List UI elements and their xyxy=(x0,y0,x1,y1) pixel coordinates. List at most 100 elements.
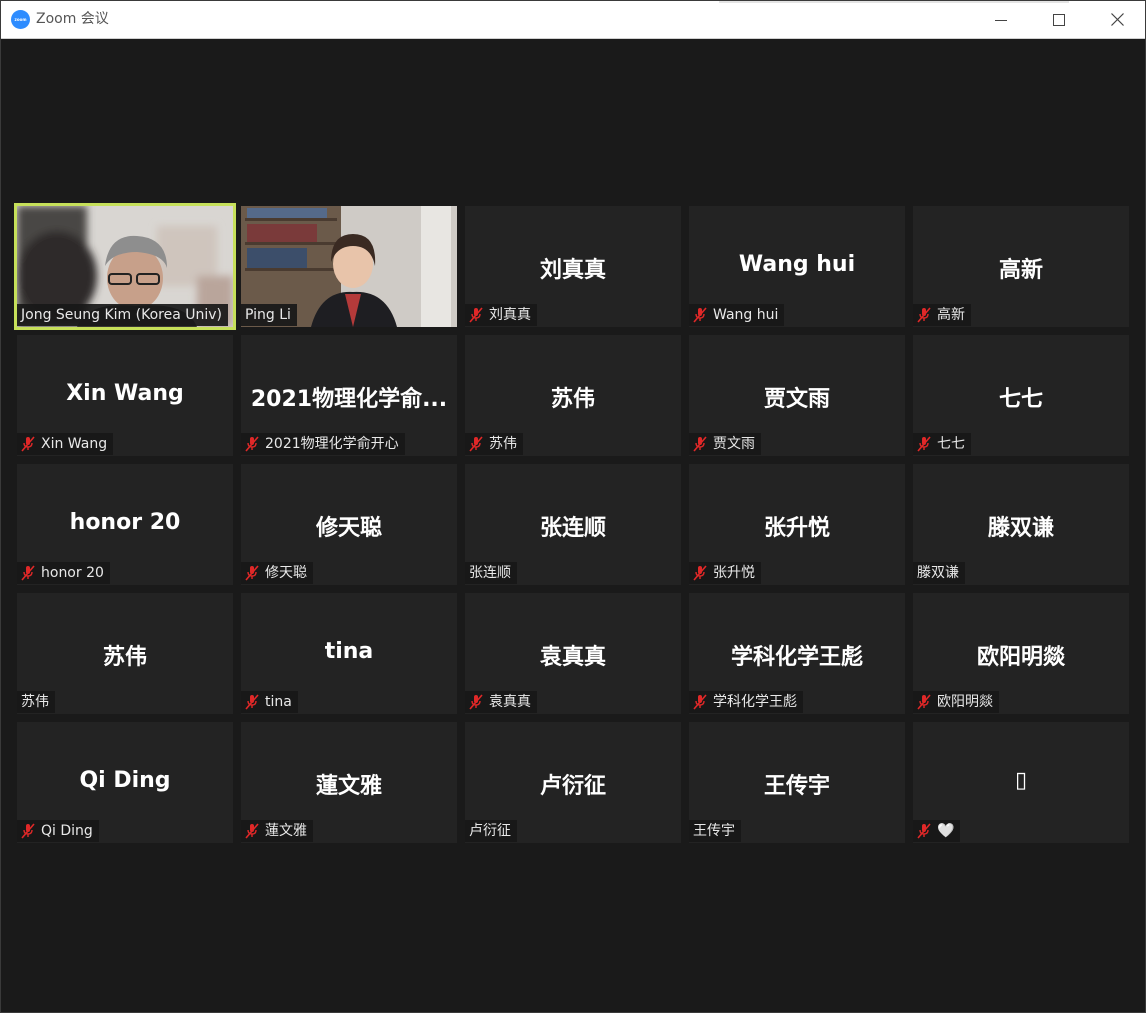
participant-name-text: 学科化学王彪 xyxy=(713,694,797,710)
participant-tile[interactable]: Xin Wang Xin Wang xyxy=(17,335,233,456)
participant-tile[interactable]: ▯ 🤍 xyxy=(913,722,1129,843)
participant-name-label: 七七 xyxy=(913,433,971,455)
participant-name-label: 🤍 xyxy=(913,820,961,842)
participant-name-label: 贾文雨 xyxy=(689,433,761,455)
mic-muted-icon xyxy=(917,307,931,323)
participant-name-label: 卢衍征 xyxy=(465,820,517,842)
mic-muted-icon xyxy=(245,565,259,581)
participant-name-text: tina xyxy=(265,694,292,710)
participant-name-label: Ping Li xyxy=(241,304,297,326)
participant-display-name: 2021物理化学俞... xyxy=(250,387,448,412)
participant-tile[interactable]: Qi Ding Qi Ding xyxy=(17,722,233,843)
close-icon xyxy=(1110,13,1124,26)
participant-name-label: 张升悦 xyxy=(689,562,761,584)
participant-display-name: 刘真真 xyxy=(539,258,606,283)
participant-tile[interactable]: 七七 七七 xyxy=(913,335,1129,456)
participant-tile[interactable]: 苏伟 苏伟 xyxy=(17,593,233,714)
participant-tile[interactable]: tina tina xyxy=(241,593,457,714)
mic-muted-icon xyxy=(21,823,35,839)
zoom-window: zoom Zoom 会议 Jong Seung Kim (Korea Univ)… xyxy=(0,0,1146,1013)
title-bar[interactable]: zoom Zoom 会议 xyxy=(1,1,1145,39)
mic-muted-icon xyxy=(917,694,931,710)
participant-name-text: 🤍 xyxy=(937,823,955,839)
maximize-icon xyxy=(1053,13,1065,26)
participant-tile[interactable]: 2021物理化学俞... 2021物理化学俞开心 xyxy=(241,335,457,456)
participant-tile[interactable]: 袁真真 袁真真 xyxy=(465,593,681,714)
participant-tile[interactable]: 张升悦 张升悦 xyxy=(689,464,905,585)
mic-muted-icon xyxy=(469,436,483,452)
participant-name-text: 刘真真 xyxy=(489,307,531,323)
participant-name-text: Qi Ding xyxy=(41,823,93,839)
participant-name-label: 刘真真 xyxy=(465,304,537,326)
participant-name-label: 学科化学王彪 xyxy=(689,691,803,713)
participant-name-label: 袁真真 xyxy=(465,691,537,713)
mic-muted-icon xyxy=(693,694,707,710)
participant-tile[interactable]: Ping Li xyxy=(241,206,457,327)
participant-tile[interactable]: 蓮文雅 蓮文雅 xyxy=(241,722,457,843)
participant-name-text: 修天聪 xyxy=(265,565,307,581)
zoom-logo-icon: zoom xyxy=(11,10,30,29)
minimize-icon xyxy=(995,19,1007,21)
participant-tile[interactable]: Wang hui Wang hui xyxy=(689,206,905,327)
participant-name-text: 滕双谦 xyxy=(917,565,959,581)
participant-name-text: 2021物理化学俞开心 xyxy=(265,436,399,452)
participant-name-text: 张升悦 xyxy=(713,565,755,581)
participant-display-name: 苏伟 xyxy=(102,645,147,670)
participant-display-name: 张连顺 xyxy=(539,516,606,541)
participant-display-name: Xin Wang xyxy=(66,381,184,406)
participant-tile[interactable]: 张连顺 张连顺 xyxy=(465,464,681,585)
mic-muted-icon xyxy=(917,823,931,839)
participant-name-text: Xin Wang xyxy=(41,436,108,452)
participant-tile[interactable]: honor 20 honor 20 xyxy=(17,464,233,585)
mic-muted-icon xyxy=(693,307,707,323)
participant-name-text: 王传宇 xyxy=(693,823,735,839)
mic-muted-icon xyxy=(245,436,259,452)
participant-tile[interactable]: 苏伟 苏伟 xyxy=(465,335,681,456)
mic-muted-icon xyxy=(245,694,259,710)
participant-name-label: 蓮文雅 xyxy=(241,820,313,842)
participant-name-text: 欧阳明燚 xyxy=(937,694,993,710)
participant-name-text: Jong Seung Kim (Korea Univ) xyxy=(21,307,223,323)
participant-display-name: 学科化学王彪 xyxy=(730,645,863,670)
participant-name-text: 苏伟 xyxy=(489,436,517,452)
participant-display-name: 袁真真 xyxy=(539,645,606,670)
participant-name-text: 苏伟 xyxy=(21,694,49,710)
participant-tile[interactable]: 高新 高新 xyxy=(913,206,1129,327)
participant-name-label: Jong Seung Kim (Korea Univ) xyxy=(17,304,229,326)
participant-name-label: 张连顺 xyxy=(465,562,517,584)
participant-display-name: 蓮文雅 xyxy=(315,774,382,799)
participant-display-name: 王传宇 xyxy=(763,774,830,799)
mic-muted-icon xyxy=(245,823,259,839)
participant-name-label: 2021物理化学俞开心 xyxy=(241,433,405,455)
participant-name-text: 高新 xyxy=(937,307,965,323)
participant-name-label: 修天聪 xyxy=(241,562,313,584)
participant-tile[interactable]: 贾文雨 贾文雨 xyxy=(689,335,905,456)
minimize-button[interactable] xyxy=(973,1,1029,38)
mic-muted-icon xyxy=(469,694,483,710)
participant-tile[interactable]: 卢衍征 卢衍征 xyxy=(465,722,681,843)
participant-display-name: 卢衍征 xyxy=(539,774,606,799)
close-button[interactable] xyxy=(1089,1,1145,38)
maximize-button[interactable] xyxy=(1031,1,1087,38)
mic-muted-icon xyxy=(469,307,483,323)
participant-tile[interactable]: 学科化学王彪 学科化学王彪 xyxy=(689,593,905,714)
participant-tile[interactable]: 修天聪 修天聪 xyxy=(241,464,457,585)
participant-display-name: 贾文雨 xyxy=(763,387,830,412)
participant-tile[interactable]: 滕双谦 滕双谦 xyxy=(913,464,1129,585)
participant-tile[interactable]: 欧阳明燚 欧阳明燚 xyxy=(913,593,1129,714)
participant-tile[interactable]: Jong Seung Kim (Korea Univ) xyxy=(14,203,236,330)
participant-name-text: 卢衍征 xyxy=(469,823,511,839)
participant-name-text: 七七 xyxy=(937,436,965,452)
mic-muted-icon xyxy=(917,436,931,452)
mic-muted-icon xyxy=(693,565,707,581)
participant-name-label: 高新 xyxy=(913,304,971,326)
participant-tile[interactable]: 刘真真 刘真真 xyxy=(465,206,681,327)
participant-name-label: 欧阳明燚 xyxy=(913,691,999,713)
participant-name-label: Wang hui xyxy=(689,304,785,326)
participant-name-label: 王传宇 xyxy=(689,820,741,842)
participant-display-name: 欧阳明燚 xyxy=(976,645,1065,670)
participant-display-name: Qi Ding xyxy=(79,768,171,793)
participant-name-text: Ping Li xyxy=(245,307,291,323)
participant-tile[interactable]: 王传宇 王传宇 xyxy=(689,722,905,843)
participant-name-label: 苏伟 xyxy=(17,691,55,713)
